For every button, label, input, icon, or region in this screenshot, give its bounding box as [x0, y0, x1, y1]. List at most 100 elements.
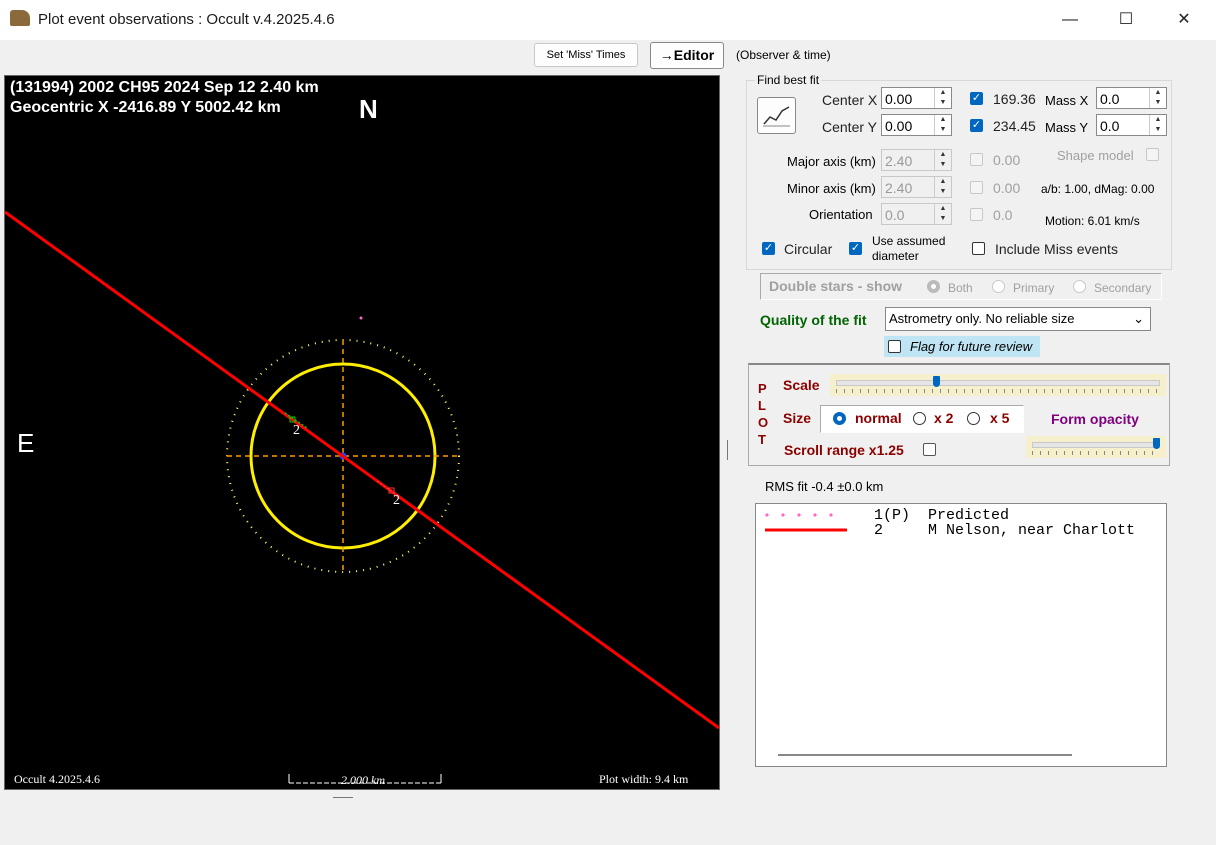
fit-chart-icon: [763, 106, 790, 127]
find-best-fit-label: Find best fit: [755, 73, 822, 87]
plot-width-label: Plot width: 9.4 km: [599, 772, 689, 786]
both-label: Both: [948, 281, 973, 295]
include-miss-checkbox[interactable]: [972, 242, 985, 255]
size-x5-radio[interactable]: [967, 412, 980, 425]
mass-y-input[interactable]: 0.0 ▲ ▼: [1096, 114, 1167, 136]
plot-vertical-label: PLOT: [758, 381, 769, 447]
predicted-marker: [359, 316, 363, 320]
version-label: Occult 4.2025.4.6: [14, 772, 100, 786]
circular-checkbox[interactable]: ✓: [762, 242, 775, 255]
chord-line: [5, 210, 719, 730]
opacity-slider[interactable]: [1026, 436, 1166, 458]
primary-label: Primary: [1013, 281, 1055, 295]
center-x-input[interactable]: 0.00 ▲ ▼: [881, 87, 952, 109]
spinner-arrows-icon[interactable]: ▲ ▼: [934, 204, 951, 224]
flag-review-area[interactable]: Flag for future review: [884, 336, 1040, 357]
center-y-label: Center Y: [822, 119, 877, 135]
flag-review-checkbox[interactable]: [888, 340, 901, 353]
fit-x-value: 169.36: [993, 91, 1036, 107]
legend-symbols: [765, 513, 847, 532]
close-button[interactable]: ✕: [1164, 6, 1204, 34]
editor-button[interactable]: →Editor: [650, 42, 724, 69]
legend-box: 1(P) Predicted 2 M Nelson, near Charlott: [755, 503, 1167, 767]
fit-y-value: 234.45: [993, 118, 1036, 134]
legend-row-observer: 2 M Nelson, near Charlott: [874, 522, 1136, 539]
center-x-label: Center X: [822, 92, 878, 108]
resize-grip-right[interactable]: [727, 440, 728, 460]
minor-axis-checkbox[interactable]: [970, 181, 983, 194]
spinner-arrows-icon[interactable]: ▲ ▼: [1149, 88, 1166, 108]
fit-y-checkbox[interactable]: ✓: [970, 119, 983, 132]
plot-svg: [5, 210, 719, 784]
orientation-checkbox[interactable]: [970, 208, 983, 221]
scale-label: Scale: [783, 377, 820, 393]
circular-label: Circular: [784, 241, 833, 257]
major-axis-chk-value: 0.00: [993, 152, 1021, 168]
center-y-input[interactable]: 0.00 ▲ ▼: [881, 114, 952, 136]
size-normal-radio[interactable]: [833, 412, 846, 425]
north-label: N: [359, 94, 378, 124]
orientation-input[interactable]: 0.0 ▲ ▼: [881, 203, 952, 225]
minor-axis-input[interactable]: 2.40 ▲ ▼: [881, 176, 952, 198]
chord-label-b: 2: [393, 493, 400, 508]
major-axis-checkbox[interactable]: [970, 153, 983, 166]
shape-model-checkbox[interactable]: [1146, 148, 1159, 161]
scale-slider-thumb[interactable]: [933, 376, 941, 387]
window-title: Plot event observations : Occult v.4.202…: [38, 11, 335, 28]
minor-axis-label: Minor axis (km): [787, 181, 876, 196]
spinner-arrows-icon[interactable]: ▲ ▼: [934, 88, 951, 108]
mass-y-label: Mass Y: [1045, 120, 1089, 135]
motion-label: Motion: 6.01 km/s: [1045, 214, 1140, 228]
spinner-arrows-icon[interactable]: ▲ ▼: [934, 150, 951, 170]
quality-label: Quality of the fit: [760, 312, 867, 328]
plot-canvas[interactable]: (131994) 2002 CH95 2024 Sep 12 2.40 km G…: [4, 75, 720, 790]
shape-model-label: Shape model: [1057, 148, 1134, 163]
east-label: E: [17, 428, 35, 458]
major-axis-label: Major axis (km): [787, 154, 876, 169]
use-assumed-diameter-checkbox[interactable]: ✓: [849, 242, 862, 255]
major-axis-input[interactable]: 2.40 ▲ ▼: [881, 149, 952, 171]
orientation-label: Orientation: [809, 207, 873, 222]
scale-label: 2.000 km: [341, 773, 385, 787]
scroll-range-checkbox[interactable]: [923, 443, 936, 456]
both-radio[interactable]: [927, 280, 940, 293]
chord-label-a: 2: [293, 423, 300, 438]
orientation-chk-value: 0.0: [993, 207, 1013, 223]
scale-slider[interactable]: [830, 374, 1166, 396]
size-options: normal x 2 x 5: [820, 405, 1024, 433]
secondary-radio[interactable]: [1073, 280, 1086, 293]
spinner-arrows-icon[interactable]: ▲ ▼: [934, 115, 951, 135]
spinner-arrows-icon[interactable]: ▲ ▼: [1149, 115, 1166, 135]
opacity-slider-thumb[interactable]: [1153, 438, 1161, 449]
minor-axis-chk-value: 0.00: [993, 180, 1021, 196]
best-fit-button[interactable]: [757, 97, 796, 134]
quality-select[interactable]: Astrometry only. No reliable size ⌄: [885, 307, 1151, 331]
set-miss-times-button[interactable]: Set 'Miss' Times: [534, 43, 638, 67]
secondary-label: Secondary: [1094, 281, 1152, 295]
window-title-bar: Plot event observations : Occult v.4.202…: [0, 0, 1216, 40]
plot-title-line2: Geocentric X -2416.89 Y 5002.42 km: [10, 99, 281, 116]
scroll-range-label: Scroll range x1.25: [784, 442, 904, 458]
chevron-down-icon: ⌄: [1133, 311, 1144, 326]
plot-title-line1: (131994) 2002 CH95 2024 Sep 12 2.40 km: [10, 79, 319, 96]
fit-x-checkbox[interactable]: ✓: [970, 92, 983, 105]
legend-scrollbar[interactable]: [778, 754, 1072, 756]
size-x5-label: x 5: [990, 410, 1010, 426]
app-logo-icon: [10, 10, 30, 26]
ab-dmag-label: a/b: 1.00, dMag: 0.00: [1041, 182, 1155, 196]
size-x2-radio[interactable]: [913, 412, 926, 425]
use-assumed-diameter-label: Use assumed diameter: [872, 234, 946, 263]
resize-grip-bottom[interactable]: [333, 797, 353, 798]
form-opacity-label: Form opacity: [1051, 411, 1139, 427]
spinner-arrows-icon[interactable]: ▲ ▼: [934, 177, 951, 197]
mass-x-label: Mass X: [1045, 93, 1089, 108]
size-normal-label: normal: [855, 410, 902, 426]
primary-radio[interactable]: [992, 280, 1005, 293]
size-label: Size: [783, 410, 812, 426]
predicted-dots-icon: [765, 513, 833, 517]
observer-time-label: (Observer & time): [736, 48, 831, 62]
maximize-button[interactable]: ☐: [1106, 6, 1146, 34]
mass-x-input[interactable]: 0.0 ▲ ▼: [1096, 87, 1167, 109]
double-stars-label: Double stars - show: [769, 278, 903, 294]
minimize-button[interactable]: —: [1050, 6, 1090, 34]
